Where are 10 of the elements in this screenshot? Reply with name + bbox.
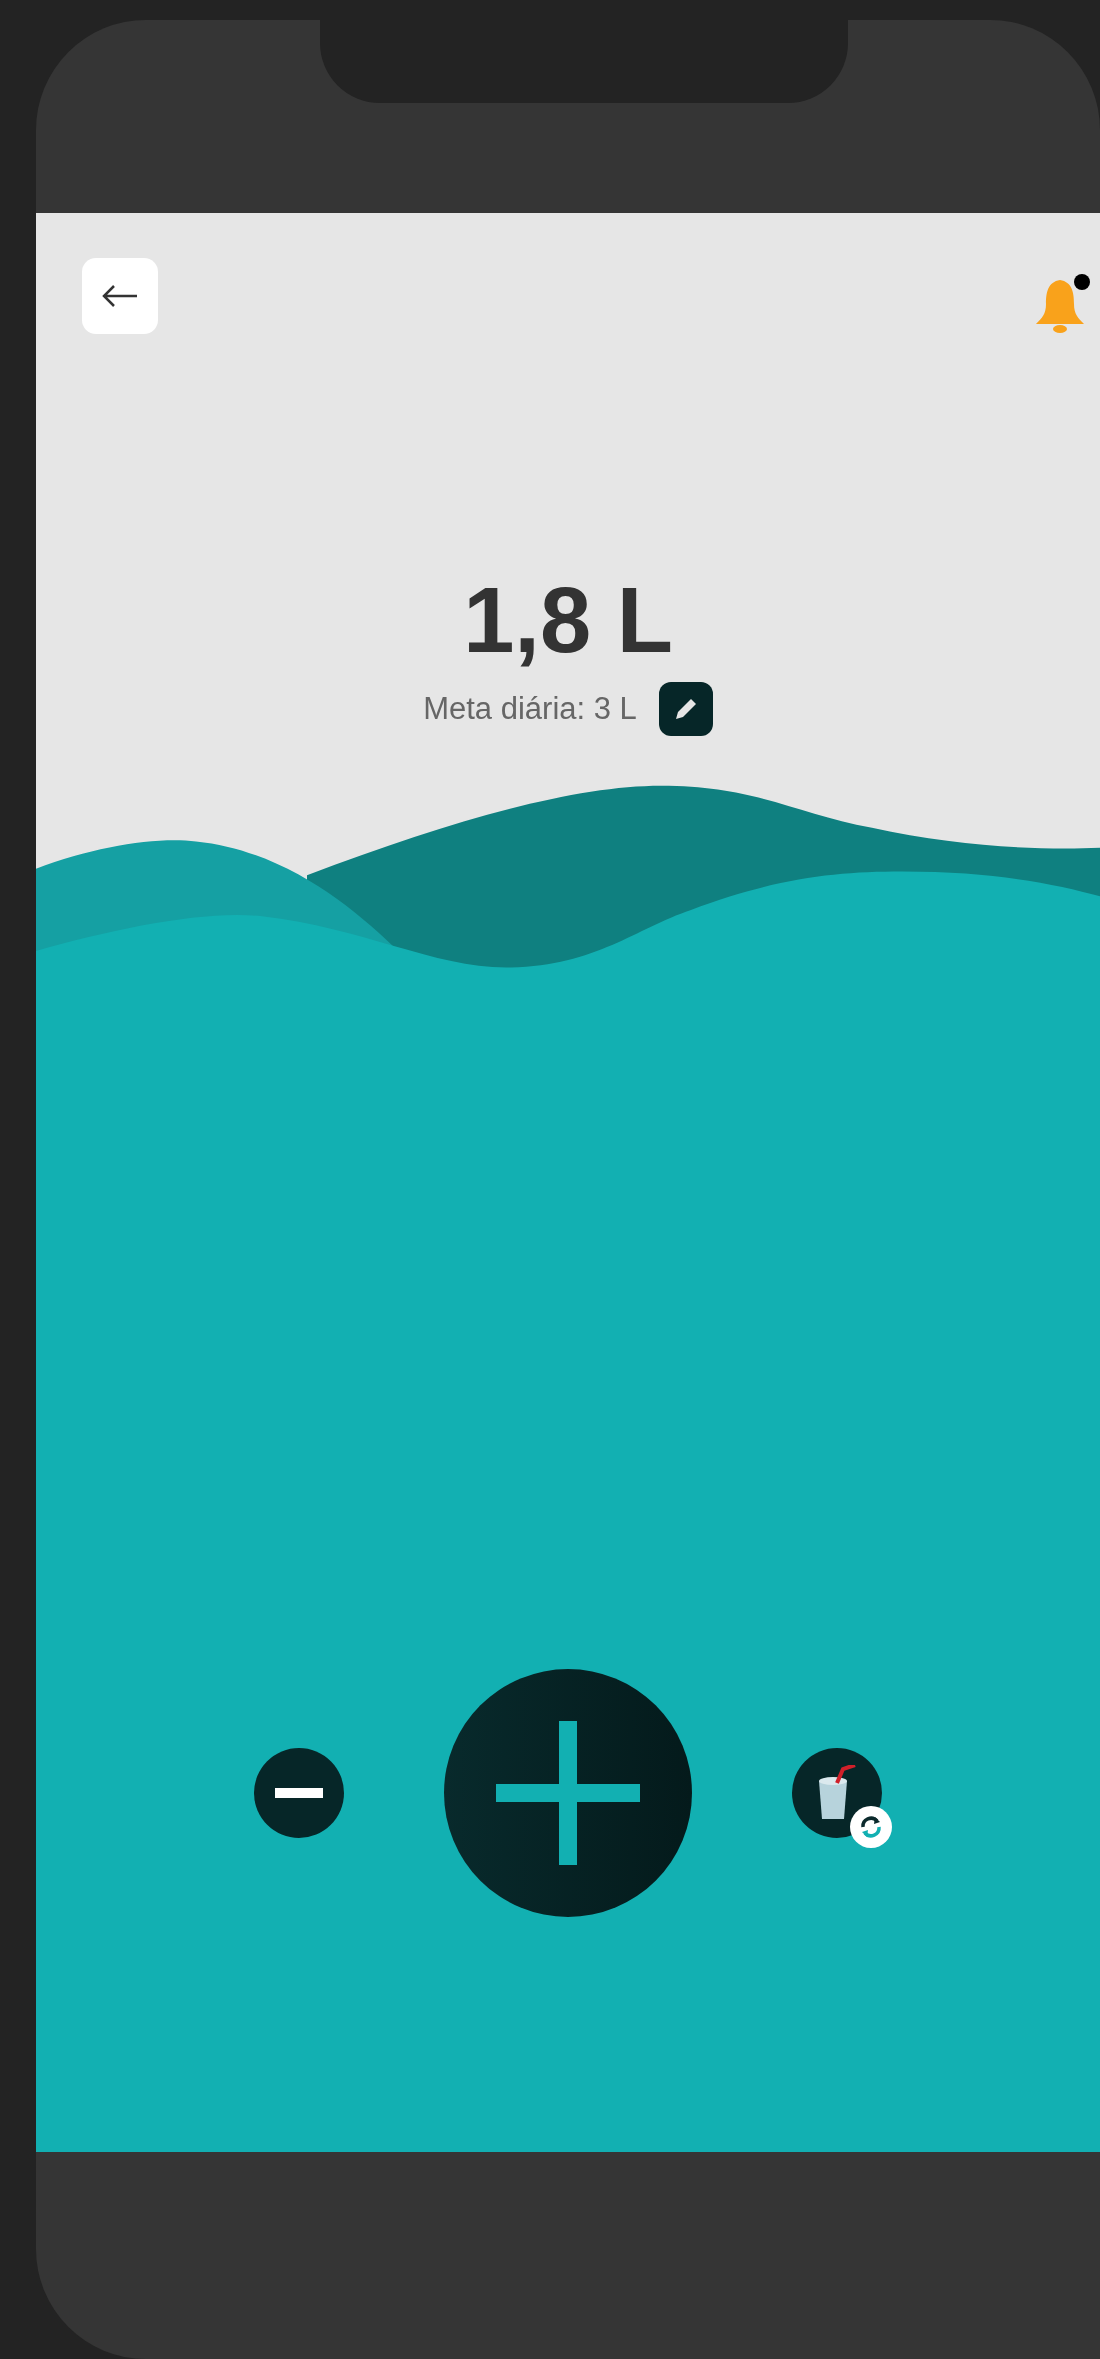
- bell-icon: [1034, 278, 1086, 334]
- back-arrow-icon: [101, 284, 139, 308]
- plus-icon: [496, 1720, 640, 1865]
- refresh-icon: [858, 1813, 884, 1840]
- water-amount: 1,8 L: [463, 574, 673, 666]
- edit-goal-button[interactable]: [658, 682, 713, 736]
- back-button[interactable]: [82, 258, 158, 334]
- minus-icon: [275, 1787, 323, 1798]
- notifications-button[interactable]: [1034, 274, 1090, 334]
- daily-goal: Meta diária: 3 L: [423, 691, 637, 727]
